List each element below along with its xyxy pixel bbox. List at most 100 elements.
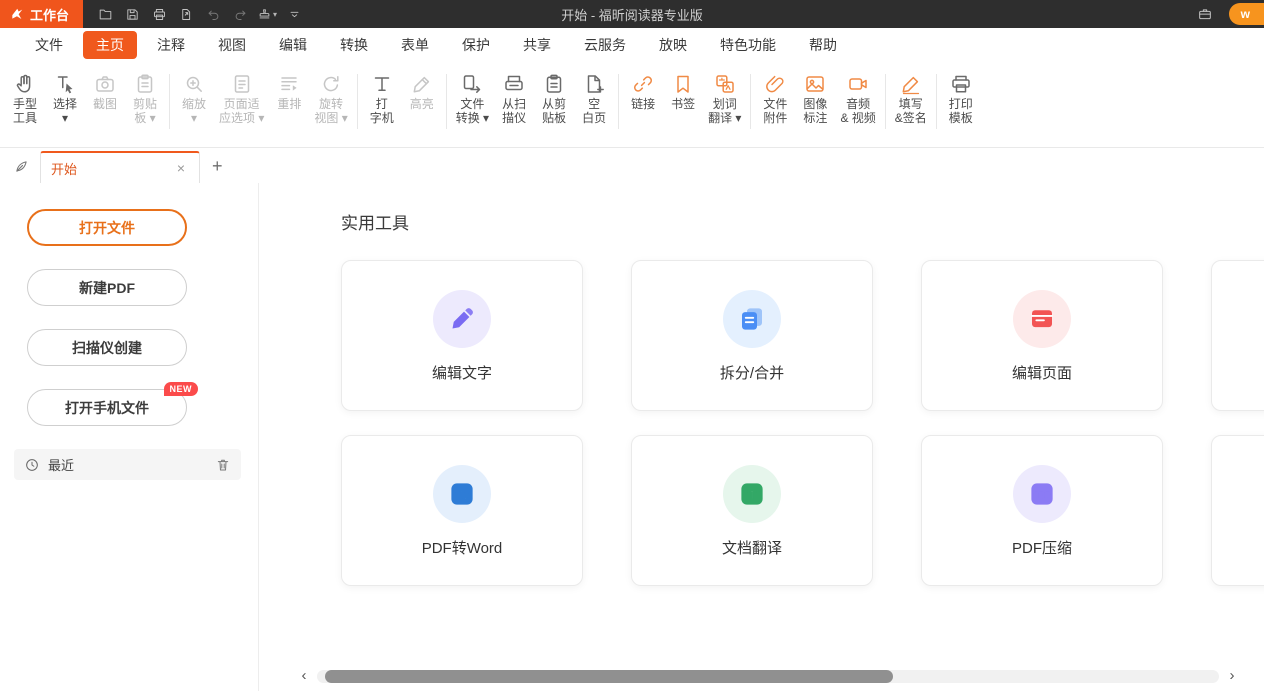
ribbon-item-select[interactable]: 选择▾ (45, 68, 85, 143)
ribbon-item-label: 图像 (803, 97, 827, 111)
horizontal-scrollbar: ‹ › (298, 669, 1238, 683)
ribbon-item-highlight[interactable]: 高亮 (402, 68, 442, 143)
menu-item-protect[interactable]: 保护 (449, 31, 503, 59)
ribbon-item-typewriter[interactable]: 打字机 (362, 68, 402, 143)
menu-item-slideshow[interactable]: 放映 (646, 31, 700, 59)
save-icon[interactable] (120, 3, 144, 25)
ribbon-item-from-clipboard[interactable]: 从剪贴板 (534, 68, 574, 143)
tool-card-pdf-to-word[interactable]: W PDF转Word (341, 435, 583, 586)
sidebar-button-label: 打开文件 (79, 218, 135, 238)
ribbon-item-file-attachment[interactable]: 文件附件 (755, 68, 795, 143)
ribbon-item-clipboard[interactable]: 剪贴板 ▾ (125, 68, 165, 143)
ribbon-item-print-template[interactable]: 打印模板 (941, 68, 981, 143)
stamp-icon[interactable]: ▾ (255, 3, 279, 25)
new-badge: NEW (164, 382, 199, 396)
tool-card-label: PDF转Word (422, 537, 503, 558)
redo-icon[interactable] (228, 3, 252, 25)
menu-item-edit[interactable]: 编辑 (266, 31, 320, 59)
ribbon-item-label: 重排 (277, 97, 301, 111)
word-icon: W (433, 465, 491, 523)
menu-item-cloud-service[interactable]: 云服务 (571, 31, 639, 59)
menu-item-file[interactable]: 文件 (22, 31, 76, 59)
new-tab-button[interactable]: + (212, 156, 223, 177)
menu-item-comment[interactable]: 注释 (144, 31, 198, 59)
ribbon-separator (885, 74, 886, 129)
trash-icon[interactable] (215, 457, 231, 473)
ribbon-item-audio-video[interactable]: 音频& 视频 (835, 68, 880, 143)
tool-card-edit-text[interactable]: 编辑文字 (341, 260, 583, 411)
tool-card-label: 文档翻译 (722, 537, 782, 558)
ribbon-item-label: 剪贴 (133, 97, 157, 111)
tdoc-icon: T (723, 465, 781, 523)
scrollbar-thumb[interactable] (325, 670, 893, 683)
member-label: w (1241, 7, 1250, 21)
ribbon-item-blank-page[interactable]: 空白页 (574, 68, 614, 143)
undo-icon[interactable] (201, 3, 225, 25)
briefcase-icon[interactable] (1193, 3, 1217, 25)
tool-card-row: 编辑文字拆分/合并编辑页面 (341, 260, 1264, 411)
ribbon-item-page-fit-options[interactable]: 页面适应选项 ▾ (214, 68, 269, 143)
tool-card-doc-translate[interactable]: T 文档翻译 (631, 435, 873, 586)
menu-item-special-features[interactable]: 特色功能 (707, 31, 789, 59)
ribbon-item-file-convert[interactable]: 文件转换 ▾ (451, 68, 494, 143)
menu-item-home[interactable]: 主页 (83, 31, 137, 59)
menu-item-form[interactable]: 表单 (388, 31, 442, 59)
annotate-pen-icon[interactable] (8, 152, 34, 180)
menu-item-convert[interactable]: 转换 (327, 31, 381, 59)
ribbon-item-hand-tool[interactable]: 手型工具 (5, 68, 45, 143)
scroll-left-icon[interactable]: ‹ (298, 670, 310, 682)
tool-card-label: 编辑页面 (1012, 362, 1072, 383)
tab-label: 开始 (51, 159, 173, 178)
tool-card-split-merge[interactable]: 拆分/合并 (631, 260, 873, 411)
sidebar-button-new-pdf[interactable]: 新建PDF (27, 269, 187, 306)
ribbon-item-label: 从剪 (542, 97, 566, 111)
ribbon-item-label: 页面适 (224, 97, 260, 111)
tool-card-partial[interactable] (1211, 435, 1264, 586)
tool-card-partial[interactable] (1211, 260, 1264, 411)
share-icon[interactable] (174, 3, 198, 25)
page-title: 实用工具 (341, 209, 409, 234)
ribbon-item-label: 选择 (53, 97, 77, 111)
print-icon[interactable] (147, 3, 171, 25)
ribbon-item-word-translate[interactable]: 划词翻译 ▾ (703, 68, 746, 143)
tool-card-label: PDF压缩 (1012, 537, 1072, 558)
workspace-button[interactable]: 工作台 (0, 0, 83, 28)
ribbon-item-zoom[interactable]: 缩放▾ (174, 68, 214, 143)
recent-label: 最近 (48, 455, 207, 474)
folder-icon[interactable] (93, 3, 117, 25)
ribbon-item-label: 应选项 ▾ (219, 111, 264, 125)
tab-start[interactable]: 开始 × (40, 151, 200, 183)
ribbon-item-snapshot[interactable]: 截图 (85, 68, 125, 143)
ribbon-item-image-annotation[interactable]: 图像标注 (795, 68, 835, 143)
ribbon-item-from-scanner[interactable]: 从扫描仪 (494, 68, 534, 143)
menu-item-view[interactable]: 视图 (205, 31, 259, 59)
ribbon-item-reflow[interactable]: 重排 (269, 68, 309, 143)
ribbon-separator (169, 74, 170, 129)
select-icon (53, 70, 77, 97)
attach-icon (763, 70, 787, 97)
caret-down-icon: ▾ (273, 10, 277, 19)
sidebar-button-open-phone-file[interactable]: 打开手机文件NEW (27, 389, 187, 426)
ribbon-item-rotate-view[interactable]: 旋转视图 ▾ (309, 68, 352, 143)
ribbon-item-bookmark[interactable]: 书签 (663, 68, 703, 143)
scroll-right-icon[interactable]: › (1226, 670, 1238, 682)
ribbon-item-link[interactable]: 链接 (623, 68, 663, 143)
menu-bar: 文件主页注释视图编辑转换表单保护共享云服务放映特色功能帮助 (0, 28, 1264, 61)
ribbon-separator (446, 74, 447, 129)
tool-card-pdf-compress[interactable]: PDF PDF压缩 (921, 435, 1163, 586)
tool-card-edit-pages[interactable]: 编辑页面 (921, 260, 1163, 411)
recent-row[interactable]: 最近 (14, 449, 241, 480)
ribbon-item-fill-sign[interactable]: 填写&签名 (890, 68, 932, 143)
customize-icon[interactable] (282, 3, 306, 25)
printtpl-icon (949, 70, 973, 97)
member-button[interactable]: w (1229, 3, 1264, 25)
workspace-label: 工作台 (30, 5, 69, 24)
menu-item-help[interactable]: 帮助 (796, 31, 850, 59)
sidebar-button-scanner-create[interactable]: 扫描仪创建 (27, 329, 187, 366)
scrollbar-track[interactable] (317, 670, 1219, 683)
compress-icon: PDF (1013, 465, 1071, 523)
menu-item-share[interactable]: 共享 (510, 31, 564, 59)
sidebar-button-open-file[interactable]: 打开文件 (27, 209, 187, 246)
tab-close-icon[interactable]: × (173, 160, 189, 176)
window-title: 开始 - 福昕阅读器专业版 (561, 0, 703, 28)
